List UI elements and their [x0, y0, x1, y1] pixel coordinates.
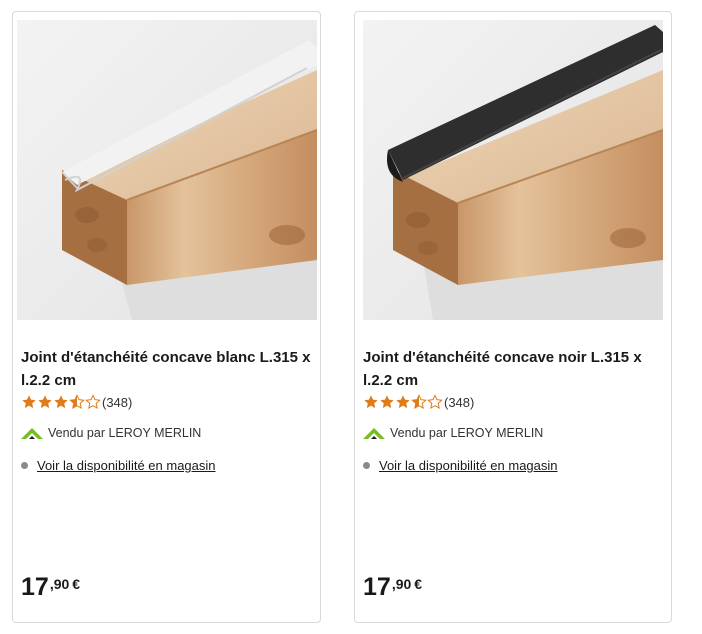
star-empty-icon — [427, 394, 443, 410]
availability-link[interactable]: Voir la disponibilité en magasin — [37, 458, 216, 473]
price: 17 ,90 € — [363, 572, 422, 602]
review-count: (348) — [444, 394, 475, 410]
star-half-icon — [69, 394, 85, 410]
seller-info: Vendu par LEROY MERLIN — [21, 426, 201, 440]
star-empty-icon — [85, 394, 101, 410]
leroy-merlin-logo-icon — [363, 427, 385, 439]
rating-stars — [21, 394, 101, 410]
seller-info: Vendu par LEROY MERLIN — [363, 426, 543, 440]
product-grid: Joint d'étanchéité concave blanc L.315 x… — [0, 0, 702, 634]
seller-label: Vendu par LEROY MERLIN — [48, 426, 202, 440]
product-image[interactable] — [355, 20, 671, 322]
product-image-illustration — [363, 20, 663, 320]
price-integer: 17 — [21, 573, 49, 601]
availability-dot-icon — [21, 462, 28, 469]
product-card[interactable]: Joint d'étanchéité concave noir L.315 x … — [354, 11, 672, 623]
product-card[interactable]: Joint d'étanchéité concave blanc L.315 x… — [12, 11, 321, 623]
price-integer: 17 — [363, 573, 391, 601]
product-image[interactable] — [13, 20, 320, 322]
star-full-icon — [364, 395, 378, 409]
product-image-illustration — [16, 20, 317, 320]
price-currency: € — [414, 576, 423, 592]
rating-stars — [363, 394, 443, 410]
availability-link[interactable]: Voir la disponibilité en magasin — [379, 458, 558, 473]
star-full-icon — [54, 395, 68, 409]
availability: Voir la disponibilité en magasin — [21, 458, 216, 473]
review-count: (348) — [102, 394, 133, 410]
price: 17 ,90 € — [21, 572, 80, 602]
price-currency: € — [72, 576, 81, 592]
star-half-icon — [411, 394, 427, 410]
product-title[interactable]: Joint d'étanchéité concave blanc L.315 x… — [21, 346, 311, 392]
leroy-merlin-logo-icon — [21, 427, 43, 439]
price-decimal: ,90 — [49, 576, 70, 592]
availability: Voir la disponibilité en magasin — [363, 458, 558, 473]
product-title[interactable]: Joint d'étanchéité concave noir L.315 x … — [363, 346, 658, 392]
availability-dot-icon — [363, 462, 370, 469]
rating[interactable]: (348) — [363, 394, 474, 410]
star-full-icon — [38, 395, 52, 409]
star-full-icon — [380, 395, 394, 409]
star-full-icon — [22, 395, 36, 409]
star-full-icon — [396, 395, 410, 409]
price-decimal: ,90 — [391, 576, 412, 592]
seller-label: Vendu par LEROY MERLIN — [390, 426, 544, 440]
rating[interactable]: (348) — [21, 394, 132, 410]
